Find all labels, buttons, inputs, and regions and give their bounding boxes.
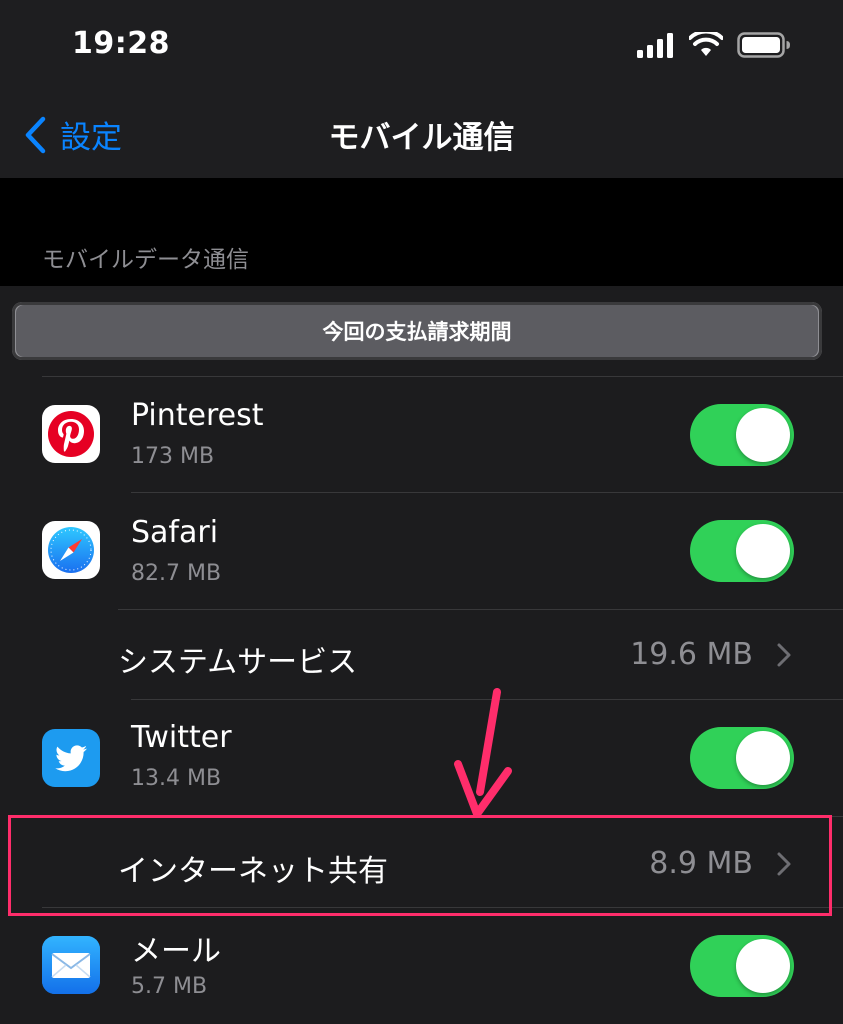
safari-icon (42, 521, 100, 579)
section-header: モバイルデータ通信 (42, 247, 249, 273)
app-name: Safari (131, 515, 219, 550)
page-title: モバイル通信 (328, 120, 515, 156)
link-value: 8.9 MB (649, 846, 753, 881)
mail-icon (42, 936, 100, 994)
chevron-right-icon (777, 643, 791, 667)
twitter-icon (42, 729, 100, 787)
app-data-usage: 5.7 MB (131, 974, 208, 999)
list-item-mail: メール 5.7 MB (0, 908, 843, 1024)
annotation-arrow-icon (454, 688, 512, 818)
app-name: Pinterest (131, 398, 264, 433)
link-value: 19.6 MB (630, 637, 753, 672)
status-time: 19:28 (72, 26, 170, 61)
list-item-system-services[interactable]: システムサービス 19.6 MB (0, 610, 843, 699)
toggle-knob (736, 408, 790, 462)
app-data-usage: 13.4 MB (131, 766, 222, 791)
toggle-knob (736, 731, 790, 785)
list-item-safari: Safari 82.7 MB (0, 493, 843, 609)
cellular-signal-icon (637, 32, 675, 62)
app-name: メール (131, 934, 221, 969)
pinterest-icon (42, 405, 100, 463)
status-icons (637, 29, 791, 62)
app-data-usage: 82.7 MB (131, 561, 222, 586)
toggle-knob (736, 939, 790, 993)
toggle-knob (736, 524, 790, 578)
app-data-usage: 173 MB (131, 444, 215, 469)
safari-toggle[interactable] (690, 520, 794, 582)
link-label: インターネット共有 (118, 854, 388, 889)
app-name: Twitter (131, 720, 232, 755)
twitter-toggle[interactable] (690, 727, 794, 789)
mail-toggle[interactable] (690, 935, 794, 997)
link-label: システムサービス (118, 645, 358, 680)
pinterest-toggle[interactable] (690, 404, 794, 466)
list-item-pinterest: Pinterest 173 MB (0, 376, 843, 492)
chevron-right-icon (777, 852, 791, 876)
list-item-twitter: Twitter 13.4 MB (0, 700, 843, 816)
wifi-icon (688, 29, 724, 62)
list-item-internet-sharing[interactable]: インターネット共有 8.9 MB (0, 817, 843, 907)
segment-current-period[interactable]: 今回の支払請求期間 (16, 305, 818, 357)
segment-label: 今回の支払請求期間 (322, 320, 512, 344)
battery-icon (737, 32, 791, 62)
